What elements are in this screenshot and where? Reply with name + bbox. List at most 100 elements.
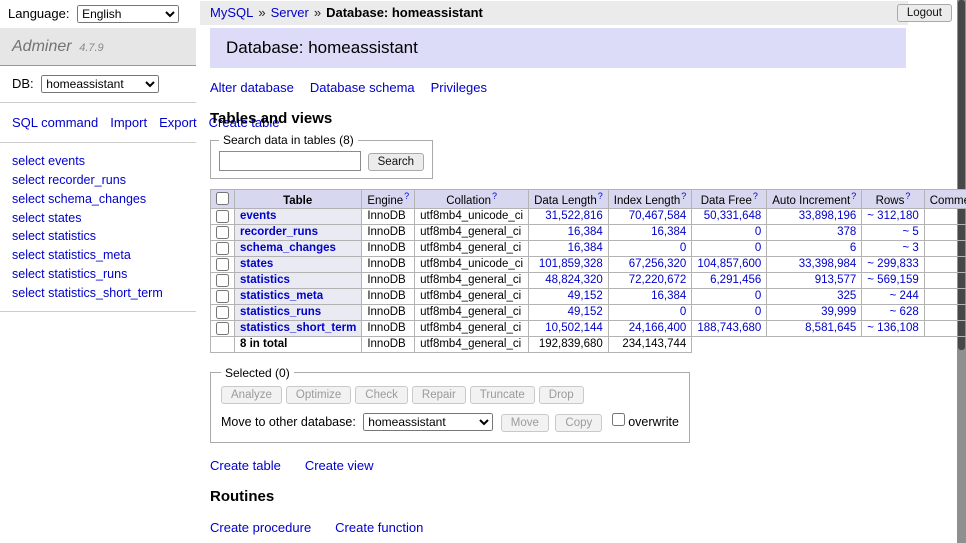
rows-count-cell: ~ 312,180 (862, 208, 924, 224)
row-checkbox[interactable] (216, 322, 229, 335)
help-link[interactable]: ? (681, 191, 686, 201)
bulk-action-button[interactable]: Optimize (286, 386, 351, 404)
table-row: statistics_meta InnoDB utf8mb4_general_c… (211, 288, 966, 304)
table-name-link[interactable]: statistics_runs (240, 306, 321, 318)
column-header: Auto Increment? (767, 190, 862, 209)
selected-legend: Selected (0) (221, 366, 294, 380)
help-link[interactable]: ? (851, 191, 856, 201)
move-button[interactable]: Move (501, 414, 549, 432)
column-header: Comment? (924, 190, 966, 209)
table-name-cell: statistics_runs (235, 304, 362, 320)
table-name-link[interactable]: states (240, 258, 273, 270)
search-button[interactable]: Search (368, 153, 424, 171)
help-link[interactable]: ? (492, 191, 497, 201)
row-checkbox[interactable] (216, 258, 229, 271)
help-link[interactable]: ? (753, 191, 758, 201)
sidebar-table-link[interactable]: select states (12, 209, 184, 228)
create-link[interactable]: Create table (210, 458, 281, 473)
tables-table: TableEngine?Collation?Data Length?Index … (210, 189, 966, 353)
search-input[interactable] (219, 151, 361, 171)
data-free-cell: 0 (692, 240, 767, 256)
select-all-checkbox[interactable] (216, 192, 229, 205)
index-length-cell: 0 (608, 240, 692, 256)
move-db-select[interactable]: homeassistant (363, 413, 493, 431)
row-check-cell (211, 272, 235, 288)
overwrite-checkbox[interactable] (612, 413, 625, 426)
db-action-link[interactable]: Privileges (431, 80, 487, 95)
breadcrumb-server-link[interactable]: Server (271, 5, 309, 20)
data-free-cell: 0 (692, 224, 767, 240)
sidebar-link[interactable]: SQL command (12, 115, 98, 130)
row-checkbox[interactable] (216, 290, 229, 303)
bulk-action-button[interactable]: Drop (539, 386, 584, 404)
copy-button[interactable]: Copy (555, 414, 602, 432)
table-name-link[interactable]: schema_changes (240, 242, 336, 254)
routine-link[interactable]: Create procedure (210, 520, 311, 535)
routine-link[interactable]: Create function (335, 520, 423, 535)
table-row: states InnoDB utf8mb4_unicode_ci 101,859… (211, 256, 966, 272)
rows-count-cell: ~ 569,159 (862, 272, 924, 288)
db-action-link[interactable]: Alter database (210, 80, 294, 95)
move-label: Move to other database: (221, 415, 356, 429)
row-checkbox[interactable] (216, 242, 229, 255)
help-link[interactable]: ? (905, 191, 910, 201)
table-row: recorder_runs InnoDB utf8mb4_general_ci … (211, 224, 966, 240)
table-name-link[interactable]: statistics_meta (240, 290, 323, 302)
data-free-cell: 104,857,600 (692, 256, 767, 272)
breadcrumb-mysql-link[interactable]: MySQL (210, 5, 253, 20)
db-action-link[interactable]: Database schema (310, 80, 415, 95)
logout-button[interactable]: Logout (897, 4, 952, 22)
table-row: statistics_short_term InnoDB utf8mb4_gen… (211, 320, 966, 336)
create-link[interactable]: Create view (305, 458, 374, 473)
sidebar-table-link[interactable]: select events (12, 152, 184, 171)
data-free-cell: 0 (692, 304, 767, 320)
sidebar-table-link[interactable]: select statistics_short_term (12, 284, 184, 303)
table-name-cell: statistics_short_term (235, 320, 362, 336)
sidebar-table-link[interactable]: select schema_changes (12, 190, 184, 209)
empty-cell (924, 336, 966, 352)
sidebar-link[interactable]: Export (159, 115, 197, 130)
table-name-link[interactable]: recorder_runs (240, 226, 318, 238)
row-checkbox[interactable] (216, 274, 229, 287)
empty-cell (692, 336, 767, 352)
create-links: Create table Create view (210, 458, 906, 473)
column-header: Table (235, 190, 362, 209)
header-row: TableEngine?Collation?Data Length?Index … (211, 190, 966, 209)
auto-increment-cell: 378 (767, 224, 862, 240)
sidebar-link[interactable]: Import (110, 115, 147, 130)
row-checkbox[interactable] (216, 210, 229, 223)
table-name-link[interactable]: statistics_short_term (240, 322, 356, 334)
help-link[interactable]: ? (404, 191, 409, 201)
row-check-cell (211, 304, 235, 320)
sidebar-table-link[interactable]: select statistics (12, 227, 184, 246)
db-select[interactable]: homeassistant (41, 75, 159, 93)
index-length-cell: 67,256,320 (608, 256, 692, 272)
column-header-label: Table (283, 195, 312, 207)
comment-cell (924, 288, 966, 304)
bulk-action-button[interactable]: Repair (412, 386, 466, 404)
sidebar-table-link[interactable]: select statistics_runs (12, 265, 184, 284)
row-check-cell (211, 240, 235, 256)
overwrite-option[interactable]: overwrite (612, 415, 679, 429)
table-row: statistics_runs InnoDB utf8mb4_general_c… (211, 304, 966, 320)
sidebar-table-link[interactable]: select recorder_runs (12, 171, 184, 190)
auto-increment-cell: 6 (767, 240, 862, 256)
column-header: Rows? (862, 190, 924, 209)
bulk-action-button[interactable]: Truncate (470, 386, 535, 404)
table-name-link[interactable]: events (240, 210, 276, 222)
engine-cell: InnoDB (362, 240, 415, 256)
data-length-cell: 49,152 (529, 304, 609, 320)
row-checkbox[interactable] (216, 226, 229, 239)
bulk-action-button[interactable]: Check (355, 386, 408, 404)
language-select[interactable]: English (77, 5, 179, 23)
row-checkbox[interactable] (216, 306, 229, 319)
help-link[interactable]: ? (598, 191, 603, 201)
table-name-link[interactable]: statistics (240, 274, 290, 286)
bulk-action-button[interactable]: Analyze (221, 386, 282, 404)
engine-cell: InnoDB (362, 320, 415, 336)
page-title: Database: homeassistant (210, 28, 906, 68)
column-header-label: Engine (367, 195, 403, 207)
auto-increment-cell: 39,999 (767, 304, 862, 320)
sidebar-table-link[interactable]: select statistics_meta (12, 246, 184, 265)
search-fieldset: Search data in tables (8) Search (210, 133, 433, 179)
